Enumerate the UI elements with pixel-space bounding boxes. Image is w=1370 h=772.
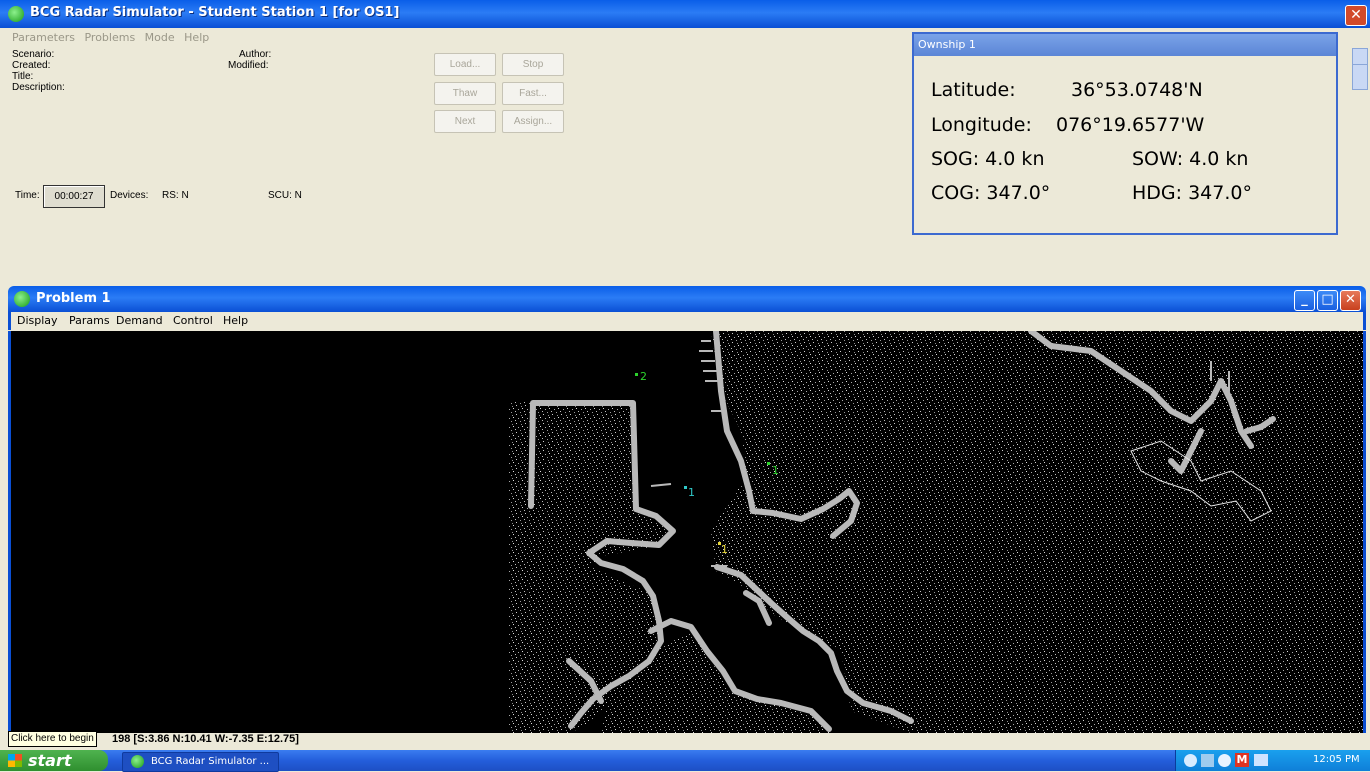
description-label: Description: <box>12 82 65 93</box>
latitude-label: Latitude: <box>931 79 1016 101</box>
modified-label: Modified: <box>228 60 269 71</box>
hdg-value: HDG: 347.0° <box>1132 182 1252 204</box>
sow-value: SOW: 4.0 kn <box>1132 148 1249 170</box>
target-label[interactable]: 2 <box>640 370 647 383</box>
target-label[interactable]: 1 <box>721 543 728 556</box>
problem-status-bar: 198 [S:3.86 N:10.41 W:-7.35 E:12.75] <box>8 733 1366 748</box>
radar-map <box>509 331 1363 733</box>
target-dot <box>635 373 638 376</box>
cog-value: COG: 347.0° <box>931 182 1051 204</box>
fast-button[interactable]: Fast... <box>502 82 564 105</box>
problem-window-title: Problem 1 <box>36 291 111 306</box>
scu-status: SCU: N <box>268 190 302 201</box>
target-label[interactable]: 1 <box>688 486 695 499</box>
network-icon[interactable] <box>1201 754 1214 767</box>
system-tray: M 12:05 PM <box>1175 750 1370 771</box>
ownship-panel: Ownship 1 Latitude: 36°53.0748'N Longitu… <box>912 32 1338 235</box>
sog-value: SOG: 4.0 kn <box>931 148 1045 170</box>
target-label[interactable]: 1 <box>772 464 779 477</box>
scenario-label: Scenario: <box>12 49 55 60</box>
menu-display[interactable]: Display <box>17 314 58 327</box>
load-button[interactable]: Load... <box>434 53 496 76</box>
next-button[interactable]: Next <box>434 110 496 133</box>
start-button[interactable]: start <box>0 750 108 771</box>
start-label: start <box>28 751 72 770</box>
problem-window-title-bar[interactable] <box>8 286 1366 312</box>
tray-icon[interactable] <box>1218 754 1231 767</box>
display-icon[interactable] <box>1254 754 1268 766</box>
rs-status: RS: N <box>162 190 189 201</box>
menu-mode[interactable]: Mode <box>145 31 175 44</box>
longitude-label: Longitude: <box>931 114 1032 136</box>
title-label: Title: <box>12 71 34 82</box>
stop-button[interactable]: Stop <box>502 53 564 76</box>
menu-demand[interactable]: Demand <box>116 314 163 327</box>
thaw-button[interactable]: Thaw <box>434 82 496 105</box>
target-dot <box>684 486 687 489</box>
taskbar-item-label: BCG Radar Simulator ... <box>151 756 270 767</box>
windows-logo-icon <box>8 754 22 767</box>
position-readout: 198 [S:3.86 N:10.41 W:-7.35 E:12.75] <box>112 733 299 745</box>
close-icon[interactable]: ✕ <box>1345 5 1367 26</box>
problem-menu-bar: Display Params Demand Control Help <box>8 312 1366 330</box>
menu-problems[interactable]: Problems <box>84 31 135 44</box>
devices-label: Devices: <box>110 190 149 201</box>
app-title: BCG Radar Simulator - Student Station 1 … <box>30 5 400 20</box>
minimize-icon[interactable]: _ <box>1294 290 1315 311</box>
clock[interactable]: 12:05 PM <box>1313 754 1360 765</box>
target-dot <box>767 462 770 465</box>
scrollbar-thumb[interactable] <box>1352 64 1368 90</box>
ownship-title[interactable]: Ownship 1 <box>914 34 1336 56</box>
land-mass-east <box>711 331 1363 733</box>
maximize-icon[interactable]: □ <box>1317 290 1338 311</box>
radar-display[interactable]: 2 1 1 1 <box>8 331 1366 733</box>
antivirus-icon[interactable]: M <box>1235 753 1249 767</box>
author-label: Author: <box>239 49 272 60</box>
longitude-value: 076°19.6577'W <box>1056 114 1205 136</box>
menu-parameters[interactable]: Parameters <box>12 31 75 44</box>
time-label: Time: <box>15 190 40 201</box>
taskbar-item-radar-simulator[interactable]: BCG Radar Simulator ... <box>122 752 279 772</box>
latitude-value: 36°53.0748'N <box>1071 79 1203 101</box>
time-display[interactable]: 00:00:27 <box>43 185 105 208</box>
menu-control[interactable]: Control <box>173 314 213 327</box>
start-tooltip: Click here to begin <box>8 731 97 747</box>
app-icon <box>8 6 24 22</box>
app-icon <box>131 755 144 768</box>
close-icon[interactable]: ✕ <box>1340 290 1361 311</box>
menu-help[interactable]: Help <box>184 31 209 44</box>
tray-icon[interactable] <box>1184 754 1197 767</box>
menu-params[interactable]: Params <box>69 314 110 327</box>
created-label: Created: <box>12 60 51 71</box>
assign-button[interactable]: Assign... <box>502 110 564 133</box>
main-menu-bar: Parameters Problems Mode Help <box>12 31 612 47</box>
menu-help[interactable]: Help <box>223 314 248 327</box>
problem-window-icon <box>14 291 30 307</box>
